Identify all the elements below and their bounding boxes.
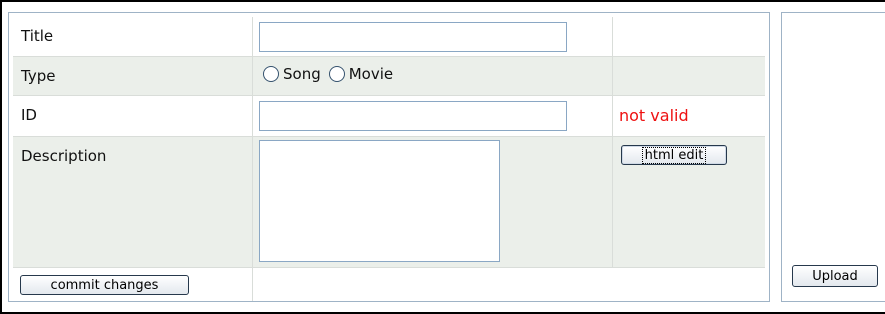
description-textarea[interactable] — [259, 140, 500, 262]
title-extra-cell — [613, 17, 765, 56]
page-frame-left — [0, 0, 2, 314]
html-edit-button-label: html edit — [641, 146, 707, 164]
title-input-cell — [253, 17, 613, 56]
edit-form-panel: Title Type Song Movie ID not valid Descr… — [8, 12, 770, 302]
movie-radio-label[interactable]: Movie — [349, 65, 393, 83]
type-radio-group: Song Movie — [263, 65, 401, 83]
description-row: Description html edit — [13, 137, 765, 267]
commit-row: commit changes — [13, 268, 765, 301]
description-tools-cell: html edit — [613, 137, 765, 267]
upload-button[interactable]: Upload — [792, 265, 878, 287]
song-radio[interactable] — [263, 66, 279, 82]
upload-side-panel: Upload — [781, 12, 885, 302]
type-label: Type — [13, 57, 253, 95]
id-status-cell: not valid — [613, 96, 765, 136]
commit-changes-label: commit changes — [50, 277, 159, 293]
type-options-cell: Song Movie — [253, 57, 613, 95]
id-label: ID — [13, 96, 253, 136]
id-error-text: not valid — [619, 106, 689, 125]
upload-button-label: Upload — [812, 268, 858, 284]
commit-cell: commit changes — [13, 268, 253, 301]
html-edit-button[interactable]: html edit — [621, 145, 727, 165]
title-input[interactable] — [259, 22, 567, 52]
edit-form-table: Title Type Song Movie ID not valid Descr… — [13, 17, 765, 301]
song-radio-label[interactable]: Song — [283, 65, 321, 83]
id-input[interactable] — [259, 101, 567, 131]
id-row: ID not valid — [13, 96, 765, 136]
type-row: Type Song Movie — [13, 57, 765, 95]
movie-radio[interactable] — [328, 66, 345, 82]
commit-changes-button[interactable]: commit changes — [20, 275, 189, 295]
page-frame-top — [0, 0, 885, 10]
title-row: Title — [13, 17, 765, 56]
type-extra-cell — [613, 57, 765, 95]
description-input-cell — [253, 137, 613, 267]
id-input-cell — [253, 96, 613, 136]
description-label: Description — [13, 137, 253, 267]
title-label: Title — [13, 17, 253, 56]
